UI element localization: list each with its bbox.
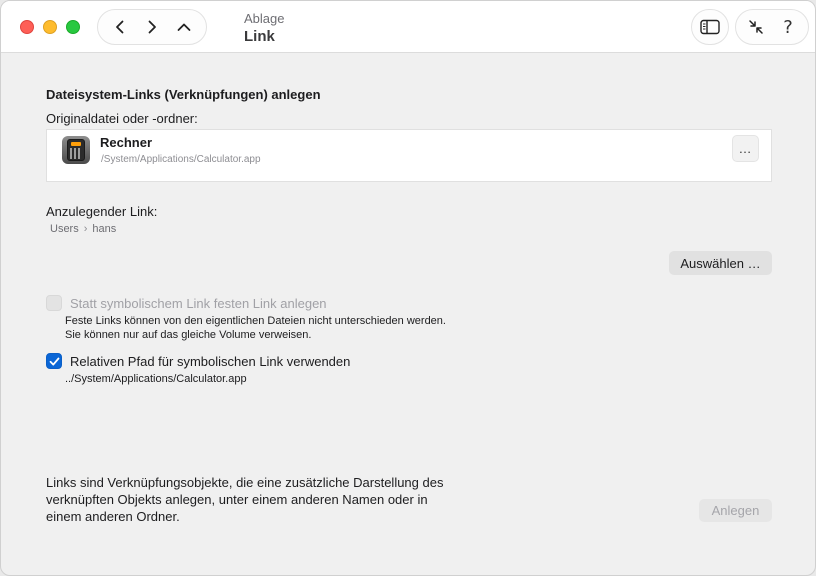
sidebar-icon <box>700 19 720 35</box>
back-button[interactable] <box>105 12 135 42</box>
breadcrumb-item-hans[interactable]: hans <box>92 223 116 235</box>
window-title-block: Ablage Link <box>244 11 284 47</box>
window-actions-group: ? <box>735 9 809 45</box>
calculator-app-icon <box>62 136 90 164</box>
original-file-path: /System/Applications/Calculator.app <box>101 154 261 165</box>
hard-link-option[interactable]: Statt symbolischem Link festen Link anle… <box>46 295 327 311</box>
navigation-group <box>97 9 207 45</box>
hard-link-label: Statt symbolischem Link festen Link anle… <box>70 295 327 311</box>
chevron-left-icon <box>116 20 124 34</box>
chevron-right-icon <box>148 20 156 34</box>
arrows-in-icon <box>749 20 763 34</box>
original-file-name: Rechner <box>100 135 153 150</box>
window-subtitle: Ablage <box>244 11 285 26</box>
breadcrumb-item-users[interactable]: Users <box>50 223 79 235</box>
breadcrumb: Users › hans <box>50 223 116 235</box>
maximize-window-button[interactable] <box>66 20 80 34</box>
toggle-sidebar-button[interactable] <box>691 9 729 45</box>
hard-link-note: Feste Links können von den eigentlichen … <box>65 315 446 341</box>
relative-path-checkbox[interactable] <box>46 353 62 369</box>
chevron-up-icon <box>177 23 191 31</box>
relative-path-value: ../System/Applications/Calculator.app <box>65 373 247 385</box>
chevron-right-icon: › <box>83 223 88 235</box>
checkmark-icon <box>49 357 59 365</box>
collapse-button[interactable] <box>741 12 771 42</box>
help-button[interactable]: ? <box>773 12 803 42</box>
main-content: Dateisystem-Links (Verknüpfungen) anlege… <box>1 54 815 575</box>
window-title: Link <box>244 28 275 45</box>
minimize-window-button[interactable] <box>43 20 57 34</box>
original-label: Originaldatei oder -ordner: <box>46 111 198 126</box>
hard-link-checkbox[interactable] <box>46 295 62 311</box>
up-button[interactable] <box>169 12 199 42</box>
app-window: Ablage Link ? Dateisystem-Links (Verknüp… <box>0 0 816 576</box>
more-options-button[interactable]: … <box>732 135 759 162</box>
original-file-box[interactable]: Rechner /System/Applications/Calculator.… <box>46 129 772 182</box>
target-label: Anzulegender Link: <box>46 204 158 219</box>
create-button[interactable]: Anlegen <box>699 499 772 522</box>
section-title: Dateisystem-Links (Verknüpfungen) anlege… <box>46 87 321 102</box>
help-icon: ? <box>783 16 793 38</box>
close-window-button[interactable] <box>20 20 34 34</box>
choose-button[interactable]: Auswählen … <box>669 251 772 275</box>
relative-path-label: Relativen Pfad für symbolischen Link ver… <box>70 353 351 369</box>
info-text: Links sind Verknüpfungsobjekte, die eine… <box>46 475 444 524</box>
relative-path-option[interactable]: Relativen Pfad für symbolischen Link ver… <box>46 353 350 369</box>
forward-button[interactable] <box>137 12 167 42</box>
toolbar: Ablage Link ? <box>1 1 815 53</box>
